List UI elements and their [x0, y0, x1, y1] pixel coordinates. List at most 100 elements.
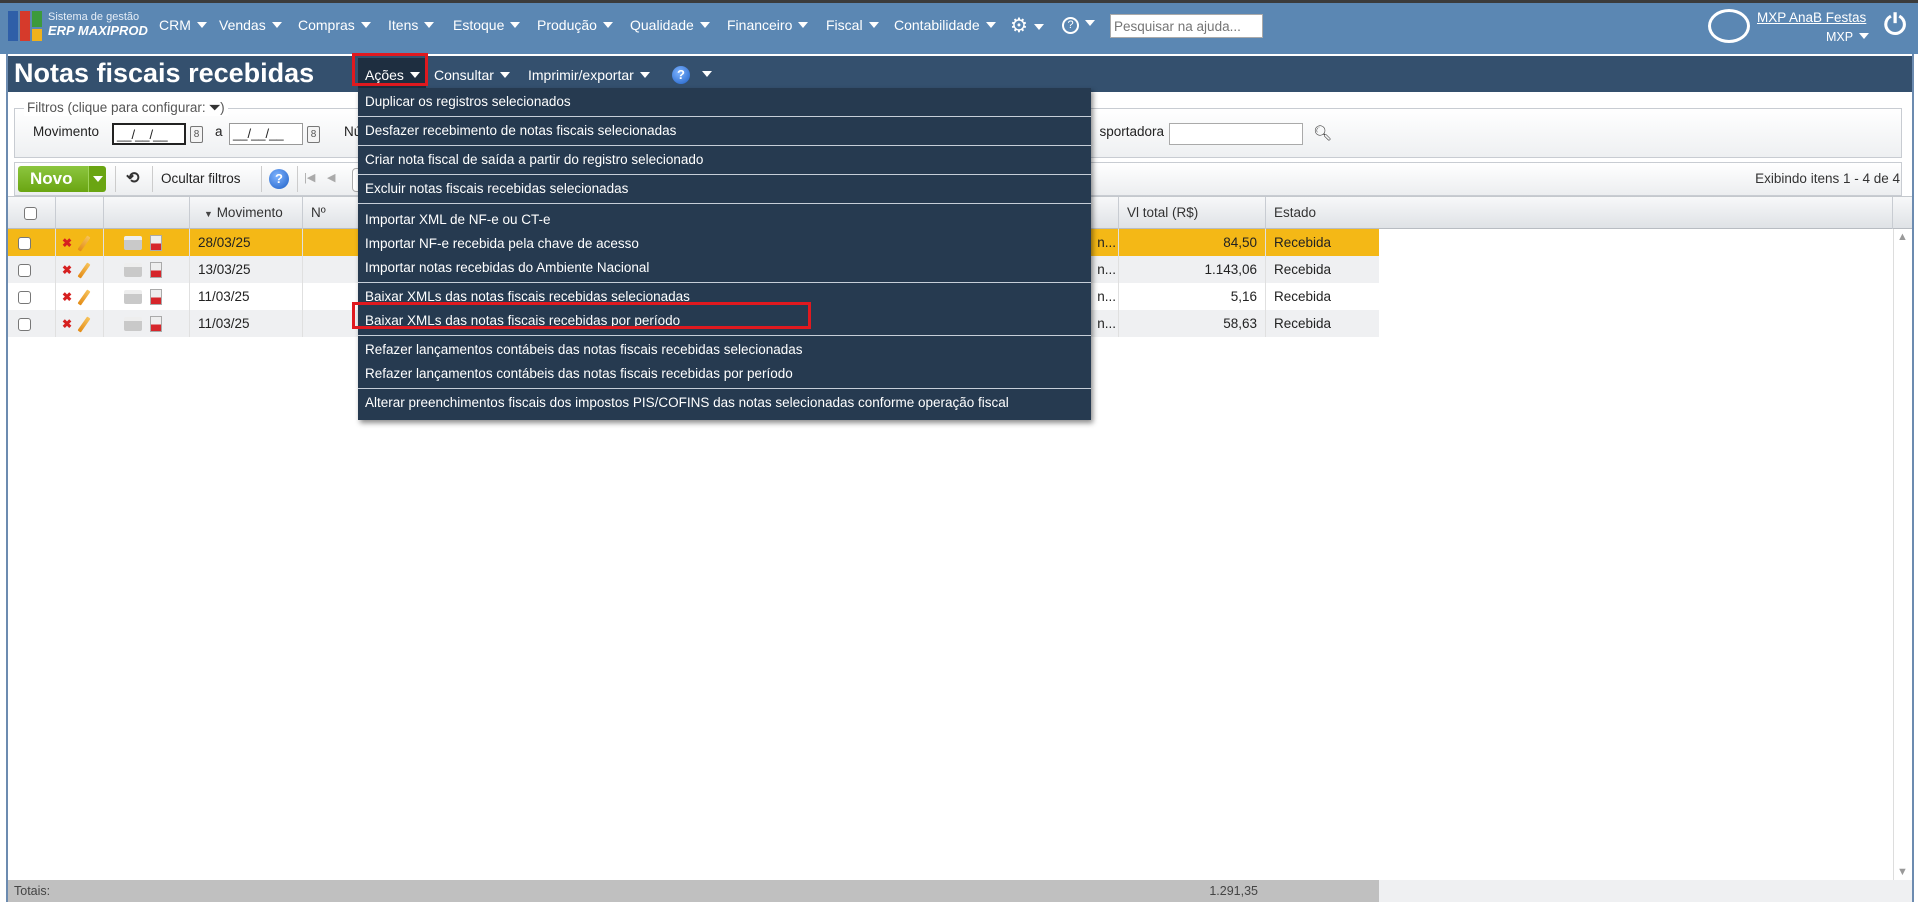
nav-financeiro[interactable]: Financeiro [727, 17, 809, 33]
menu-item-importar-ambiente-nacional[interactable]: Importar notas recebidas do Ambiente Nac… [358, 256, 1091, 280]
edit-pencil-icon[interactable] [77, 235, 91, 252]
brand-line2: ERP MAXIPROD [48, 23, 148, 38]
menu-consultar[interactable]: Consultar [434, 67, 510, 83]
caret-down-icon [702, 71, 712, 77]
caret-down-icon [1859, 33, 1870, 39]
row-checkbox[interactable] [18, 317, 31, 331]
nav-itens[interactable]: Itens [388, 17, 435, 33]
menu-item-refazer-lancamentos-selecionadas[interactable]: Refazer lançamentos contábeis das notas … [358, 338, 1091, 362]
menu-item-desfazer-recebimento[interactable]: Desfazer recebimento de notas fiscais se… [358, 117, 1091, 145]
calendar-icon[interactable]: 8 [307, 126, 320, 143]
calendar-icon[interactable]: 8 [190, 126, 203, 143]
delete-icon[interactable]: ✖ [62, 263, 72, 277]
nav-fiscal[interactable]: Fiscal [826, 17, 879, 33]
grid-help-button[interactable]: ? [269, 169, 289, 189]
help-search-input[interactable] [1110, 14, 1263, 38]
header-estado[interactable]: Estado [1266, 197, 1893, 229]
user-name-link[interactable]: MXP AnaB Festas [1757, 10, 1866, 25]
cell-estado: Recebida [1274, 262, 1332, 277]
row-checkbox[interactable] [18, 263, 31, 277]
nav-contabilidade[interactable]: Contabilidade [894, 17, 996, 33]
caret-down-icon [985, 22, 996, 28]
nav-producao[interactable]: Produção [537, 17, 613, 33]
menu-imprimir-exportar[interactable]: Imprimir/exportar [528, 67, 650, 83]
menu-item-duplicar[interactable]: Duplicar os registros selecionados [358, 88, 1091, 116]
nav-estoque[interactable]: Estoque [453, 17, 521, 33]
printer-icon[interactable] [124, 317, 142, 332]
row-checkbox[interactable] [18, 236, 31, 250]
delete-icon[interactable]: ✖ [62, 236, 72, 250]
maxiprod-logo[interactable] [8, 9, 44, 43]
header-movimento[interactable]: ▼ Movimento [190, 197, 303, 229]
first-page-icon[interactable]: |◀ [304, 171, 315, 184]
caret-down-icon [699, 22, 710, 28]
delete-icon[interactable]: ✖ [62, 290, 72, 304]
pdf-icon[interactable] [150, 316, 162, 333]
edit-pencil-icon[interactable] [77, 262, 91, 279]
printer-icon[interactable] [124, 236, 142, 251]
row-checkbox[interactable] [18, 290, 31, 304]
nav-compras[interactable]: Compras [298, 17, 371, 33]
cell-estado: Recebida [1274, 289, 1332, 304]
help-icon: ? [269, 169, 289, 189]
page-help-menu[interactable]: ? [672, 66, 712, 84]
caret-down-icon [499, 72, 510, 78]
power-icon[interactable]: ⏻ [1884, 10, 1906, 40]
row-actions-cell: ✖ [56, 283, 104, 310]
refresh-icon[interactable]: ⟲ [126, 168, 139, 188]
menu-item-importar-xml[interactable]: Importar XML de NF-e ou CT-e [358, 208, 1091, 232]
nav-label: Contabilidade [894, 17, 980, 33]
filters-legend[interactable]: Filtros (clique para configurar: ⏷) [24, 100, 228, 116]
caret-down-icon [93, 176, 103, 182]
edit-pencil-icon[interactable] [77, 316, 91, 333]
filter-funnel-icon[interactable]: ⏷ [209, 100, 220, 115]
transportadora-label: sportadora [1099, 124, 1164, 139]
cell-movimento: 28/03/25 [190, 229, 303, 256]
header-label: Movimento [216, 205, 283, 220]
transportadora-input[interactable] [1169, 123, 1303, 145]
edit-pencil-icon[interactable] [77, 289, 91, 306]
caret-down-icon [798, 22, 809, 28]
menu-item-importar-chave[interactable]: Importar NF-e recebida pela chave de ace… [358, 232, 1091, 256]
chat-bubble-icon[interactable] [1708, 9, 1750, 43]
vertical-scrollbar[interactable]: ▲ ▼ [1893, 229, 1912, 880]
printer-icon[interactable] [124, 263, 142, 278]
search-icon[interactable]: 🔍︎ [1313, 124, 1332, 142]
delete-icon[interactable]: ✖ [62, 317, 72, 331]
nav-label: Compras [298, 17, 355, 33]
movimento-label: Movimento [33, 124, 100, 139]
select-all-checkbox[interactable] [24, 206, 37, 220]
nav-qualidade[interactable]: Qualidade [630, 17, 710, 33]
nav-vendas[interactable]: Vendas [219, 17, 282, 33]
toolbar-divider [115, 166, 116, 192]
scroll-up-arrow-icon[interactable]: ▲ [1897, 231, 1908, 243]
scroll-down-arrow-icon[interactable]: ▼ [1897, 866, 1908, 878]
nav-crm[interactable]: CRM [159, 17, 207, 33]
company-selector[interactable]: MXP [1826, 30, 1870, 44]
settings-menu[interactable]: ⚙ [1010, 13, 1044, 38]
menu-item-criar-nota-saida[interactable]: Criar nota fiscal de saída a partir do r… [358, 146, 1091, 174]
new-button[interactable]: Novo [18, 166, 88, 192]
nav-label: Fiscal [826, 17, 863, 33]
hide-filters-button[interactable]: Ocultar filtros [161, 171, 241, 186]
row-select-cell [8, 229, 56, 256]
new-dropdown-button[interactable] [88, 166, 106, 192]
menu-item-alterar-pis-cofins[interactable]: Alterar preenchimentos fiscais dos impos… [358, 389, 1091, 417]
previous-page-icon[interactable]: ◀ [327, 171, 335, 184]
movimento-to-input[interactable]: __/__/__ [229, 123, 303, 145]
select-all-header[interactable] [8, 197, 56, 229]
toolbar-divider [152, 166, 153, 192]
row-docs-cell [104, 310, 190, 337]
help-icon: ? [672, 66, 690, 84]
help-menu[interactable]: ? [1062, 15, 1095, 34]
printer-icon[interactable] [124, 290, 142, 305]
help-circle-icon: ? [1062, 17, 1079, 34]
pdf-icon[interactable] [150, 262, 162, 279]
menu-item-excluir[interactable]: Excluir notas fiscais recebidas selecion… [358, 175, 1091, 203]
menu-item-refazer-lancamentos-periodo[interactable]: Refazer lançamentos contábeis das notas … [358, 362, 1091, 386]
menu-divider [358, 282, 1091, 283]
movimento-from-input[interactable]: __/__/__ [112, 123, 186, 145]
header-vl-total[interactable]: Vl total (R$) [1119, 197, 1266, 229]
pdf-icon[interactable] [150, 235, 162, 252]
pdf-icon[interactable] [150, 289, 162, 306]
